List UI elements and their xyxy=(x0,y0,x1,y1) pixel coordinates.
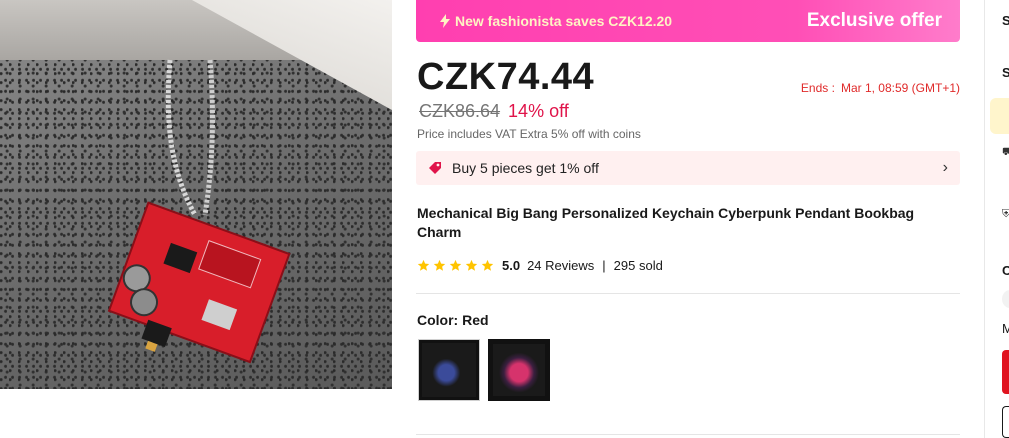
product-title: Mechanical Big Bang Personalized Keychai… xyxy=(417,205,915,240)
price-tag-icon xyxy=(429,162,441,174)
exclusive-offer-label: Exclusive offer xyxy=(806,10,942,31)
color-swatch-option[interactable] xyxy=(418,339,480,401)
star-icon xyxy=(465,259,478,271)
vat-note: Price includes VAT Extra 5% off with coi… xyxy=(417,127,641,141)
color-label: Color: Red xyxy=(417,312,489,328)
star-icon xyxy=(449,259,462,271)
sold-count: 295 sold xyxy=(613,258,663,273)
lightning-icon xyxy=(440,14,450,28)
section-divider xyxy=(416,434,960,435)
bulk-discount-text: Buy 5 pieces get 1% off xyxy=(452,160,599,176)
rating-score: 5.0 xyxy=(502,258,521,273)
promo-banner[interactable]: New fashionista saves CZK12.20 Exclusive… xyxy=(416,0,960,42)
sidebar-text: S xyxy=(1002,13,1009,28)
section-divider xyxy=(416,293,960,294)
buy-now-button[interactable] xyxy=(1002,350,1009,394)
star-icon xyxy=(481,259,494,271)
promo-saving: New fashionista saves CZK12.20 xyxy=(440,13,672,29)
product-image[interactable] xyxy=(0,0,392,389)
separator: | xyxy=(602,258,606,273)
original-price: CZK86.64 xyxy=(419,101,501,121)
sidebar-text: M xyxy=(1002,321,1009,336)
shield-icon: ⛨ xyxy=(1002,208,1009,221)
sidebar-text: C xyxy=(1002,263,1009,278)
swatch-thumbnail xyxy=(422,343,476,397)
rating-row: 5.0 24 Reviews | 295 sold xyxy=(417,258,663,273)
sidebar-text: S xyxy=(1002,65,1009,80)
discount-percent: 14% off xyxy=(508,101,569,121)
star-icon xyxy=(433,259,446,271)
promo-saving-text: New fashionista saves CZK12.20 xyxy=(455,13,673,29)
bulk-discount-banner[interactable]: Buy 5 pieces get 1% off › xyxy=(416,151,960,185)
ends-date: Mar 1, 08:59 (GMT+1) xyxy=(840,81,960,95)
color-swatch-red-selected[interactable] xyxy=(488,339,550,401)
reviews-link[interactable]: 24 Reviews xyxy=(527,258,594,273)
star-rating xyxy=(417,259,494,272)
current-price: CZK74.44 xyxy=(417,56,595,98)
chevron-right-icon: › xyxy=(942,159,948,176)
star-icon xyxy=(417,259,430,271)
sidebar-coupon-badge[interactable] xyxy=(990,98,1009,134)
shipping-icon: ⛟ xyxy=(1002,146,1009,160)
swatch-thumbnail xyxy=(493,344,545,396)
ends-label: Ends : xyxy=(800,81,835,95)
add-to-cart-button[interactable] xyxy=(1002,406,1009,438)
right-sidebar: S S ⛟ ⛨ C M xyxy=(984,0,1009,438)
offer-end-time: Ends : Mar 1, 08:59 (GMT+1) xyxy=(801,81,960,95)
original-price-row: CZK86.64 14% off xyxy=(419,101,569,122)
pendant-illustration xyxy=(107,59,291,364)
quantity-stepper[interactable] xyxy=(1002,290,1009,308)
